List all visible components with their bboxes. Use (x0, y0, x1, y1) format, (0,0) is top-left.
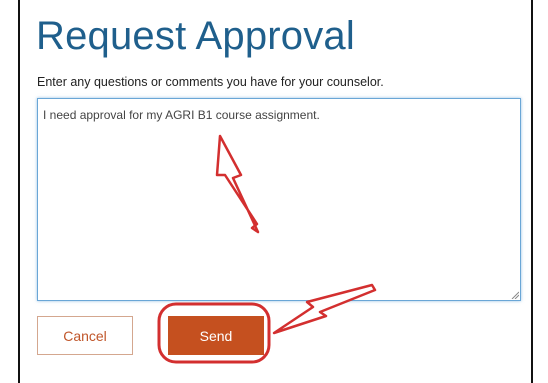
cancel-button[interactable]: Cancel (37, 316, 133, 355)
frame-border-left (18, 0, 20, 383)
request-approval-dialog: Request Approval Enter any questions or … (0, 0, 548, 383)
comment-prompt-label: Enter any questions or comments you have… (37, 75, 384, 89)
send-button[interactable]: Send (168, 316, 264, 355)
comments-textarea[interactable]: I need approval for my AGRI B1 course as… (37, 98, 521, 301)
page-title: Request Approval (36, 14, 355, 58)
frame-border-right (531, 0, 533, 383)
resize-grip-icon[interactable] (511, 291, 519, 299)
